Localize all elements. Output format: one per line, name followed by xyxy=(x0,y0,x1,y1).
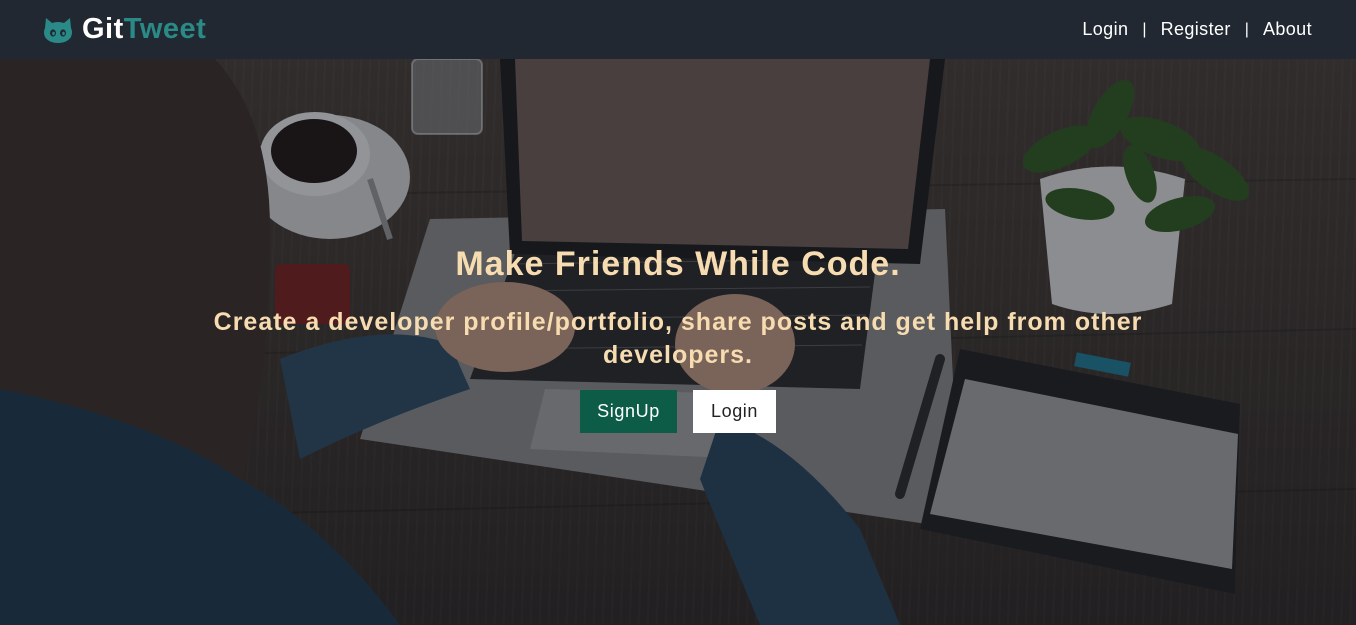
hero-title: Make Friends While Code. xyxy=(455,245,901,283)
navbar: GitTweet Login | Register | About xyxy=(0,0,1356,59)
brand-logo[interactable]: GitTweet xyxy=(42,13,206,46)
hero-section: Make Friends While Code. Create a develo… xyxy=(0,59,1356,625)
brand-name-git: Git xyxy=(82,13,124,45)
hero-content: Make Friends While Code. Create a develo… xyxy=(0,245,1356,433)
nav-separator: | xyxy=(1142,20,1147,38)
nav-link-register[interactable]: Register xyxy=(1161,19,1231,40)
login-button[interactable]: Login xyxy=(693,390,776,433)
github-octocat-icon xyxy=(44,17,72,43)
hero-subtitle: Create a developer profile/portfolio, sh… xyxy=(213,308,1143,369)
brand-name-tweet: Tweet xyxy=(123,13,207,45)
nav-link-about[interactable]: About xyxy=(1263,19,1312,40)
hero-buttons: SignUp Login xyxy=(0,390,1356,433)
nav-link-login[interactable]: Login xyxy=(1082,19,1128,40)
brand-name: GitTweet xyxy=(82,13,206,46)
nav-links: Login | Register | About xyxy=(1082,19,1312,40)
signup-button[interactable]: SignUp xyxy=(580,390,677,433)
nav-separator: | xyxy=(1244,20,1249,38)
